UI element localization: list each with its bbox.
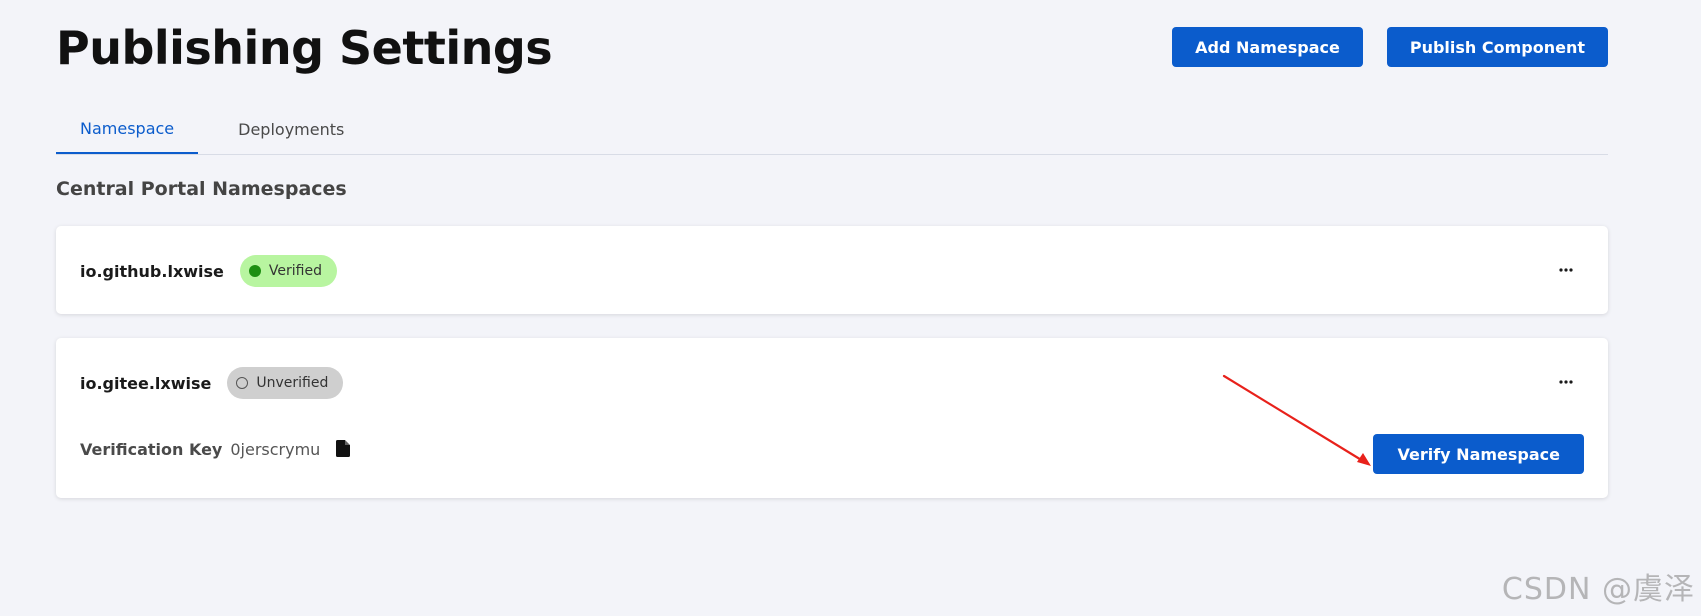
verification-key-label: Verification Key xyxy=(80,439,223,459)
status-badge-label: Verified xyxy=(268,263,322,279)
tab-namespace[interactable]: Namespace xyxy=(56,104,199,154)
empty-circle-icon xyxy=(236,377,249,389)
verification-key-value: 0jerscrymu xyxy=(230,439,321,459)
page-header: Publishing Settings Add Namespace Publis… xyxy=(56,0,1608,96)
status-badge: Unverified xyxy=(227,367,344,399)
more-horizontal-icon xyxy=(1559,268,1573,272)
namespace-name: io.github.lxwise xyxy=(80,261,224,281)
header-actions: Add Namespace Publish Component xyxy=(1172,27,1608,67)
status-badge-label: Unverified xyxy=(256,375,329,391)
tab-deployments[interactable]: Deployments xyxy=(198,104,368,154)
namespace-card: io.gitee.lxwise Unverified Verification … xyxy=(56,338,1608,498)
filled-circle-icon xyxy=(248,265,261,277)
watermark: CSDN @虞泽 xyxy=(1501,572,1695,607)
verify-namespace-button[interactable]: Verify Namespace xyxy=(1373,434,1584,474)
file-icon xyxy=(336,440,351,457)
copy-key-button[interactable] xyxy=(336,440,352,458)
publish-component-button[interactable]: Publish Component xyxy=(1386,27,1608,67)
more-horizontal-icon xyxy=(1559,380,1573,384)
more-options-button[interactable] xyxy=(1548,364,1584,400)
verification-key-row: Verification Key 0jerscrymu xyxy=(80,437,352,461)
page: Publishing Settings Add Namespace Publis… xyxy=(56,0,1608,498)
namespace-card: io.github.lxwise Verified xyxy=(56,226,1608,314)
section-title: Central Portal Namespaces xyxy=(56,178,347,200)
page-title: Publishing Settings xyxy=(56,21,553,75)
namespace-header: io.gitee.lxwise Unverified xyxy=(80,367,344,399)
add-namespace-button[interactable]: Add Namespace xyxy=(1172,27,1363,67)
namespace-name: io.gitee.lxwise xyxy=(80,373,212,393)
tab-bar: Namespace Deployments xyxy=(56,104,1608,155)
namespace-header: io.github.lxwise Verified xyxy=(80,255,337,287)
status-badge: Verified xyxy=(239,255,337,287)
more-options-button[interactable] xyxy=(1548,252,1584,288)
